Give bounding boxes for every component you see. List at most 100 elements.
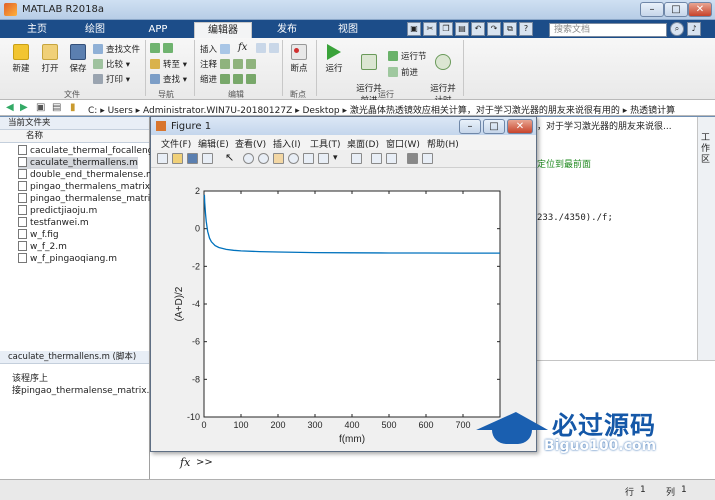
figure-title-bar[interactable]: Figure 1 – □ ✕: [151, 117, 536, 135]
file-list-item[interactable]: w_f.fig: [18, 229, 59, 241]
rotate-icon[interactable]: [288, 153, 299, 164]
breadcrumb-subfolder[interactable]: 热透镜计算: [630, 106, 675, 116]
brush-icon[interactable]: [318, 153, 329, 164]
indent-button[interactable]: 缩进: [200, 73, 259, 85]
tab-apps[interactable]: APP: [135, 22, 181, 38]
forward-icon[interactable]: ▶: [20, 102, 28, 113]
group-edit-label: 编辑: [228, 90, 244, 99]
menu-view[interactable]: 查看(V): [235, 137, 266, 150]
save-button[interactable]: 保存: [65, 44, 91, 74]
comment-label: 注释: [200, 60, 218, 70]
figure-close-button[interactable]: ✕: [507, 119, 533, 134]
new-button[interactable]: 新建: [8, 44, 34, 74]
save-icon: [70, 44, 86, 60]
file-list-item[interactable]: w_f_2.m: [18, 241, 67, 253]
cut-icon[interactable]: ✂: [423, 22, 437, 36]
browse-folder-icon[interactable]: ▤: [52, 102, 61, 113]
insert-button[interactable]: 插入: [200, 43, 233, 55]
help-icon[interactable]: ?: [519, 22, 533, 36]
pan-icon[interactable]: [273, 153, 284, 164]
goto-button[interactable]: 转至 ▾: [150, 58, 187, 70]
file-name: w_f.fig: [30, 230, 59, 240]
find-button[interactable]: 查找 ▾: [150, 73, 187, 85]
print-button[interactable]: 打印 ▾: [93, 73, 130, 85]
file-list-item[interactable]: w_f_pingaoqiang.m: [18, 253, 117, 265]
group-navigate-label: 导航: [158, 90, 174, 99]
redo-icon[interactable]: ↷: [487, 22, 501, 36]
menu-edit[interactable]: 编辑(E): [198, 137, 229, 150]
advance-button[interactable]: 前进: [388, 66, 418, 78]
bell-icon[interactable]: ♪: [687, 22, 701, 36]
file-name: w_f_pingaoqiang.m: [30, 254, 117, 264]
switch-windows-icon[interactable]: ⧉: [503, 22, 517, 36]
find-icon: [150, 74, 160, 84]
quick-save-icon[interactable]: ▣: [407, 22, 421, 36]
menu-insert[interactable]: 插入(I): [273, 137, 301, 150]
data-cursor-icon[interactable]: [303, 153, 314, 164]
up-folder-icon[interactable]: ▣: [36, 102, 45, 113]
back-icon[interactable]: ◀: [6, 102, 14, 113]
breadcrumb-users[interactable]: Users: [108, 106, 133, 116]
breadcrumb-desktop[interactable]: Desktop: [303, 106, 340, 116]
brush-dropdown-icon[interactable]: ▾: [333, 153, 344, 164]
figure-maximize-button[interactable]: □: [483, 119, 505, 134]
file-list-item[interactable]: testfanwei.m: [18, 217, 89, 229]
tab-editor[interactable]: 编辑器: [194, 22, 252, 38]
tab-plots[interactable]: 绘图: [72, 22, 118, 38]
copy-icon[interactable]: ❐: [439, 22, 453, 36]
search-input[interactable]: 搜索文档: [549, 23, 667, 37]
menu-desktop[interactable]: 桌面(D): [347, 137, 379, 150]
search-icon[interactable]: ⌕: [670, 22, 684, 36]
run-time-button[interactable]: 运行并 计时: [428, 44, 458, 106]
figure-minimize-button[interactable]: –: [459, 119, 481, 134]
file-list-item[interactable]: predictjiaoju.m: [18, 205, 97, 217]
paste-icon[interactable]: ▤: [455, 22, 469, 36]
edit-icons[interactable]: [256, 43, 282, 54]
print-figure-icon[interactable]: [202, 153, 213, 164]
link-plot-icon[interactable]: [351, 153, 362, 164]
hide-plot-tools-icon[interactable]: [407, 153, 418, 164]
editor-area[interactable]: ，对于学习激光器的朋友来说很... 定位到最前面 233./4350)./f;: [537, 117, 715, 360]
colorbar-icon[interactable]: [371, 153, 382, 164]
menu-file[interactable]: 文件(F): [161, 137, 191, 150]
close-button[interactable]: ✕: [688, 2, 712, 17]
file-name: pingao_thermalens_matrix.m: [30, 182, 162, 192]
tab-home[interactable]: 主页: [14, 22, 60, 38]
compare-button[interactable]: 比较 ▾: [93, 58, 130, 70]
undo-icon[interactable]: ↶: [471, 22, 485, 36]
breadcrumb-folder[interactable]: 激光晶体热透镜效应相关计算，对于学习激光器的朋友来说很有用的: [350, 106, 620, 116]
run-button[interactable]: 运行: [321, 44, 347, 74]
zoom-out-icon[interactable]: [258, 153, 269, 164]
find-files-button[interactable]: 查找文件: [93, 43, 140, 55]
file-list-item[interactable]: pingao_thermalens_matrix.m: [18, 181, 162, 193]
legend-icon[interactable]: [386, 153, 397, 164]
file-list-item[interactable]: caculate_thermallens.m: [18, 157, 138, 169]
pointer-icon[interactable]: ↖: [225, 152, 236, 164]
breadcrumb-drive[interactable]: C:: [88, 106, 97, 116]
find-files-label: 查找文件: [106, 45, 141, 55]
new-figure-icon[interactable]: [157, 153, 168, 164]
show-plot-tools-icon[interactable]: [422, 153, 433, 164]
menu-window[interactable]: 窗口(W): [386, 137, 420, 150]
breadcrumb-user[interactable]: Administrator.WIN7U-20180127Z: [143, 106, 292, 116]
open-file-icon[interactable]: [172, 153, 183, 164]
fx-button[interactable]: fx: [238, 42, 247, 53]
tab-view[interactable]: 视图: [325, 22, 371, 38]
name-column-header[interactable]: 名称: [0, 130, 149, 143]
comment-button[interactable]: 注释: [200, 58, 259, 70]
maximize-button[interactable]: □: [664, 2, 688, 17]
figure-toolbar: ↖ ▾: [151, 150, 536, 168]
menu-help[interactable]: 帮助(H): [427, 137, 459, 150]
breadcrumb[interactable]: C: ▸ Users ▸ Administrator.WIN7U-2018012…: [88, 103, 675, 116]
tab-publish[interactable]: 发布: [264, 22, 310, 38]
save-figure-icon[interactable]: [187, 153, 198, 164]
run-section-button[interactable]: 运行节: [388, 50, 427, 62]
menu-tools[interactable]: 工具(T): [310, 137, 341, 150]
open-button[interactable]: 打开: [37, 44, 63, 74]
breakpoints-button[interactable]: 断点: [287, 44, 311, 74]
nav-back-forward[interactable]: [150, 43, 176, 54]
file-list-item[interactable]: double_end_thermalense.m: [18, 169, 155, 181]
zoom-in-icon[interactable]: [243, 153, 254, 164]
minimize-button[interactable]: –: [640, 2, 664, 17]
file-name: double_end_thermalense.m: [30, 170, 155, 180]
